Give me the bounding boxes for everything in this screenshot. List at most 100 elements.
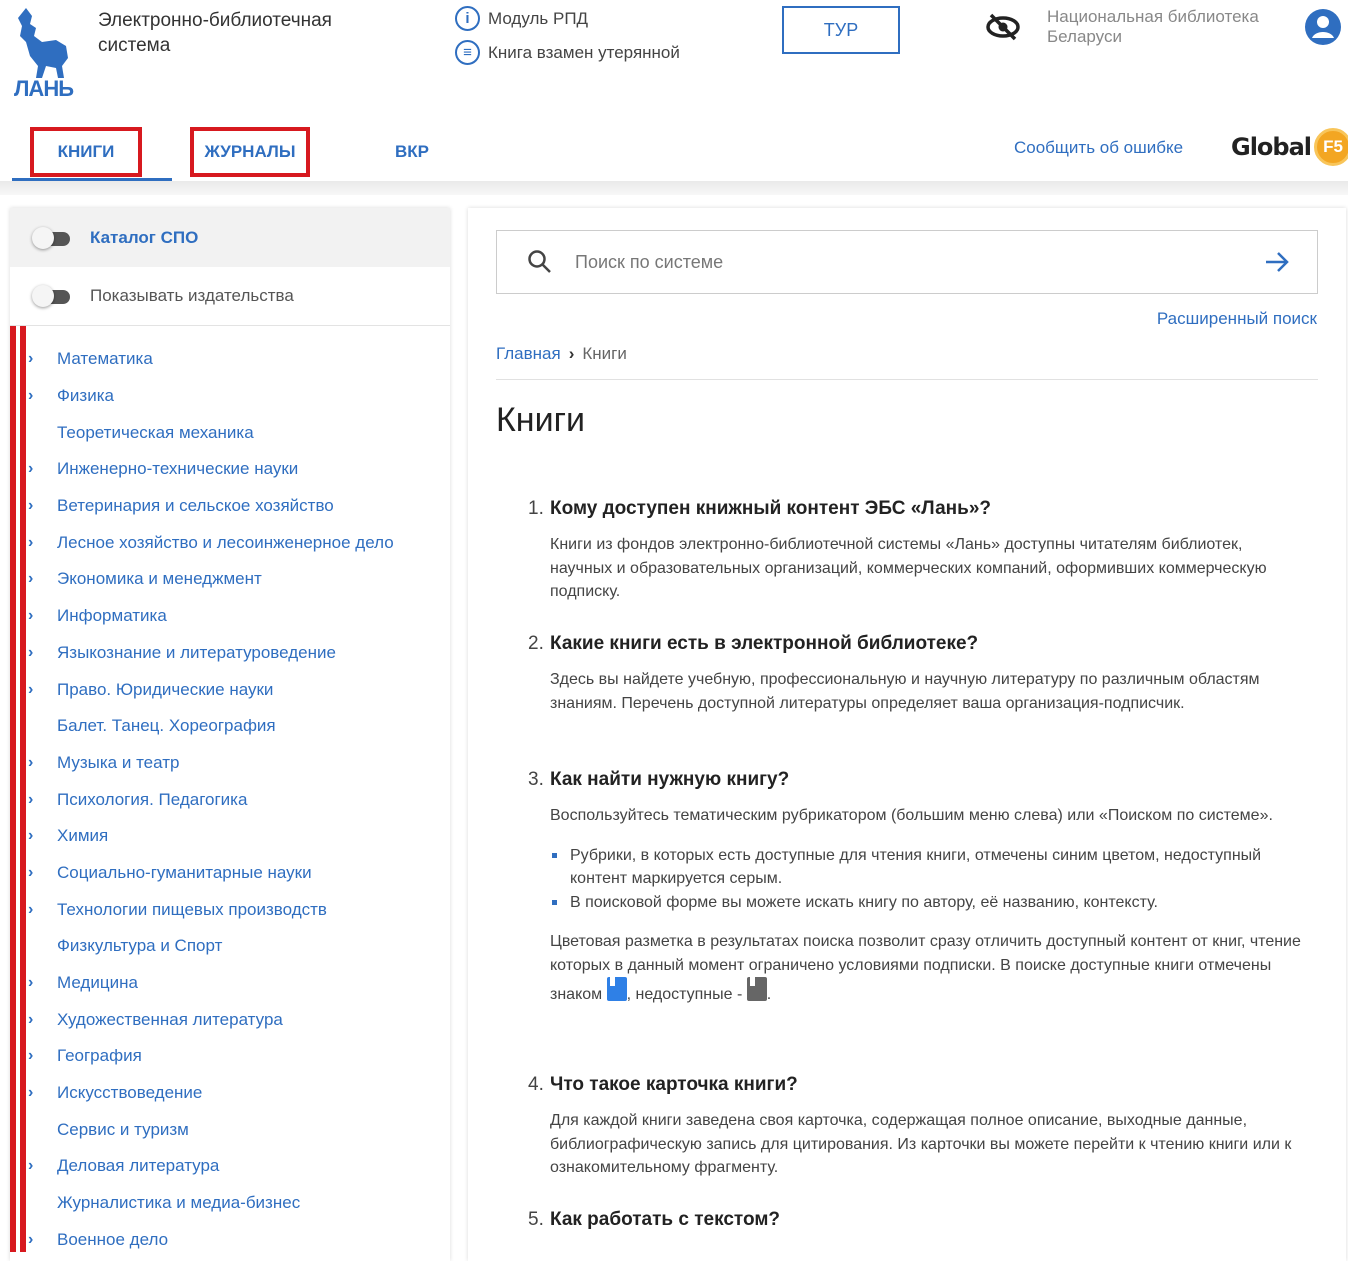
sidebar-category-item[interactable]: › Ветеринария и сельское хозяйство <box>28 488 394 525</box>
chevron-right-icon[interactable]: › <box>28 1011 57 1029</box>
faq-bullets: Рубрики, в которых есть доступные для чт… <box>552 844 1308 915</box>
system-title: Электронно-библиотечная система <box>98 10 332 56</box>
divider <box>496 379 1318 380</box>
sidebar-category-item[interactable]: › Математика <box>28 341 394 378</box>
sidebar-category-label: Сервис и туризм <box>57 1119 189 1139</box>
user-avatar-icon[interactable] <box>1305 9 1341 45</box>
sidebar-category-label: Лесное хозяйство и лесоинженерное дело <box>57 532 394 552</box>
sidebar-category-item[interactable]: Теоретическая механика <box>28 414 394 451</box>
catalog-spo-toggle[interactable] <box>32 226 80 249</box>
sidebar-category-item[interactable]: › Психология. Педагогика <box>28 781 394 818</box>
chevron-right-icon[interactable]: › <box>28 534 57 552</box>
chevron-right-icon[interactable]: › <box>28 1231 57 1249</box>
sidebar-category-item[interactable]: › Технологии пищевых производств <box>28 891 394 928</box>
chevron-right-icon[interactable]: › <box>28 350 57 368</box>
chevron-right-icon[interactable]: › <box>28 607 57 625</box>
show-publishers-label: Показывать издательства <box>90 286 294 305</box>
chevron-right-icon[interactable]: › <box>28 974 57 992</box>
book-replace-link[interactable]: ≡ Книга взамен утерянной <box>455 40 680 65</box>
show-publishers-toggle-row[interactable]: Показывать издательства <box>10 267 450 326</box>
sidebar-category-item[interactable]: › Деловая литература <box>28 1148 394 1185</box>
faq-item-4: 4. Что такое карточка книги? Для каждой к… <box>528 1074 1308 1180</box>
show-publishers-toggle[interactable] <box>32 285 80 307</box>
search-bar[interactable] <box>496 230 1318 294</box>
sidebar-category-label: Физика <box>57 386 114 406</box>
sidebar-category-label: Инженерно-технические науки <box>57 459 299 479</box>
sidebar-category-label: Ветеринария и сельское хозяйство <box>57 496 334 516</box>
sidebar-category-item[interactable]: › Право. Юридические науки <box>28 671 394 708</box>
breadcrumb-home[interactable]: Главная <box>496 344 561 364</box>
sidebar-category-item[interactable]: Балет. Танец. Хореография <box>28 708 394 745</box>
catalog-spo-toggle-row[interactable]: Каталог СПО <box>10 208 450 267</box>
sidebar-category-label: Экономика и менеджмент <box>57 569 262 589</box>
module-rpd-link[interactable]: i Модуль РПД <box>455 6 588 31</box>
sidebar-category-item[interactable]: › Информатика <box>28 598 394 635</box>
advanced-search-link[interactable]: Расширенный поиск <box>1157 309 1317 329</box>
sidebar-category-label: Технологии пищевых производств <box>57 899 327 919</box>
sidebar-category-item[interactable]: › Инженерно-технические науки <box>28 451 394 488</box>
sidebar-category-label: Медицина <box>57 973 138 993</box>
global-text: Global <box>1231 133 1312 161</box>
chevron-right-icon[interactable]: › <box>28 387 57 405</box>
sidebar-category-item[interactable]: › Медицина <box>28 965 394 1002</box>
sidebar-category-item[interactable]: › Музыка и театр <box>28 745 394 782</box>
list-circle-icon: ≡ <box>455 40 480 65</box>
sidebar-category-item[interactable]: Журналистика и медиа-бизнес <box>28 1185 394 1222</box>
chevron-right-icon[interactable]: › <box>28 1084 57 1102</box>
arrow-right-icon[interactable] <box>1263 249 1291 275</box>
tab-journals[interactable]: ЖУРНАЛЫ <box>190 127 310 177</box>
list-item: В поисковой форме вы можете искать книгу… <box>552 891 1308 915</box>
faq-number: 2. <box>528 633 544 654</box>
info-icon: i <box>455 6 480 31</box>
chevron-right-icon[interactable]: › <box>28 1047 57 1065</box>
report-error-link[interactable]: Сообщить об ошибке <box>1014 138 1183 158</box>
faq-item-1: 1. Кому доступен книжный контент ЭБС «Лан… <box>528 498 1308 604</box>
sidebar-category-label: Музыка и театр <box>57 752 180 772</box>
module-rpd-label: Модуль РПД <box>488 8 589 28</box>
tab-vkr[interactable]: ВКР <box>382 127 442 177</box>
chevron-right-icon[interactable]: › <box>28 827 57 845</box>
chevron-right-icon[interactable]: › <box>28 497 57 515</box>
sidebar-category-label: Искусствоведение <box>57 1083 203 1103</box>
faq-answer: Воспользуйтесь тематическим рубрикатором… <box>550 807 1273 824</box>
chevron-right-icon[interactable]: › <box>28 681 57 699</box>
chevron-right-icon[interactable]: › <box>28 901 57 919</box>
global-f5-logo[interactable]: Global F5 <box>1231 128 1348 166</box>
chevron-right-icon[interactable]: › <box>28 1157 57 1175</box>
chevron-right-icon[interactable]: › <box>28 754 57 772</box>
sidebar-category-item[interactable]: › Языкознание и литературоведение <box>28 635 394 672</box>
sidebar-category-label: Языкознание и литературоведение <box>57 642 336 662</box>
sidebar-category-label: Социально-гуманитарные науки <box>57 862 312 882</box>
sidebar-category-label: Право. Юридические науки <box>57 679 274 699</box>
sidebar-category-item[interactable]: › География <box>28 1038 394 1075</box>
chevron-right-icon[interactable]: › <box>28 644 57 662</box>
chevron-right-icon[interactable]: › <box>28 460 57 478</box>
chevron-right-icon[interactable]: › <box>28 791 57 809</box>
sidebar-category-item[interactable]: › Искусствоведение <box>28 1075 394 1112</box>
sidebar-category-item[interactable]: › Экономика и менеджмент <box>28 561 394 598</box>
sidebar-category-item[interactable]: Физкультура и Спорт <box>28 928 394 965</box>
tab-books[interactable]: КНИГИ <box>30 127 142 177</box>
tour-button[interactable]: ТУР <box>782 6 900 54</box>
sidebar-category-label: Балет. Танец. Хореография <box>57 716 276 736</box>
eye-slash-icon[interactable] <box>985 12 1021 42</box>
sidebar-category-item[interactable]: › Социально-гуманитарные науки <box>28 855 394 892</box>
catalog-spo-label: Каталог СПО <box>90 227 199 247</box>
faq-answer: Для каждой книги заведена своя карточка,… <box>550 1112 1292 1176</box>
sidebar-category-item[interactable]: Сервис и туризм <box>28 1111 394 1148</box>
sidebar-category-item[interactable]: › Физика <box>28 378 394 415</box>
sidebar-category-label: Художественная литература <box>57 1009 283 1029</box>
sidebar-category-item[interactable]: › Лесное хозяйство и лесоинженерное дело <box>28 524 394 561</box>
faq-item-5: 5. Как работать с текстом? <box>528 1209 1308 1231</box>
faq-answer: Книги из фондов электронно-библиотечной … <box>550 536 1267 600</box>
header-divider <box>0 181 1348 195</box>
sidebar-category-item[interactable]: › Химия <box>28 818 394 855</box>
chevron-right-icon[interactable]: › <box>28 864 57 882</box>
chevron-right-icon[interactable]: › <box>28 570 57 588</box>
search-input[interactable] <box>575 251 1255 273</box>
faq-item-3: 3. Как найти нужную книгу? Воспользуйтесь… <box>528 769 1308 1007</box>
sidebar-category-item[interactable]: › Военное дело <box>28 1222 394 1259</box>
sidebar-category-label: Деловая литература <box>57 1156 220 1176</box>
sidebar-category-item[interactable]: › Художественная литература <box>28 1001 394 1038</box>
page-title: Книги <box>496 401 585 439</box>
